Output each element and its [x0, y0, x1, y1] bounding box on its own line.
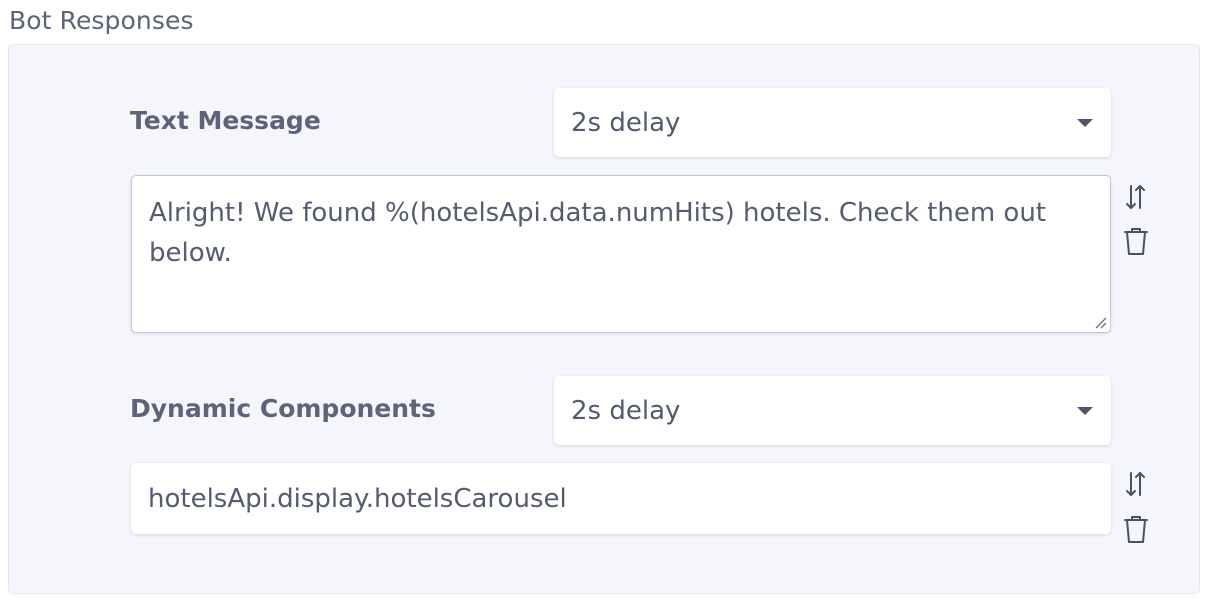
- section-title: Bot Responses: [9, 6, 194, 35]
- bot-responses-panel: Text Message 2s delay Alright! We found …: [8, 44, 1200, 594]
- delay-select-value: 2s delay: [571, 107, 681, 138]
- delay-select[interactable]: 2s delay: [554, 88, 1111, 157]
- chevron-down-icon: [1077, 118, 1093, 127]
- trash-icon: [1124, 516, 1148, 543]
- trash-icon: [1124, 228, 1148, 255]
- chevron-down-icon: [1077, 406, 1093, 415]
- dynamic-component-input[interactable]: hotelsApi.display.hotelsCarousel: [131, 463, 1111, 534]
- text-message-textarea[interactable]: Alright! We found %(hotelsApi.data.numHi…: [131, 175, 1111, 333]
- reorder-button[interactable]: [1122, 468, 1150, 500]
- text-message-value: Alright! We found %(hotelsApi.data.numHi…: [149, 198, 1046, 268]
- delay-select-value: 2s delay: [571, 395, 681, 426]
- sort-arrows-icon: [1126, 472, 1145, 496]
- delete-button[interactable]: [1122, 513, 1150, 545]
- resize-handle-icon[interactable]: [1093, 315, 1107, 329]
- delay-select[interactable]: 2s delay: [554, 376, 1111, 445]
- dynamic-component-value: hotelsApi.display.hotelsCarousel: [148, 483, 567, 514]
- sort-arrows-icon: [1126, 185, 1145, 209]
- reorder-button[interactable]: [1122, 181, 1150, 213]
- response-type-label: Dynamic Components: [130, 394, 436, 423]
- response-type-label: Text Message: [130, 106, 321, 135]
- delete-button[interactable]: [1122, 225, 1150, 257]
